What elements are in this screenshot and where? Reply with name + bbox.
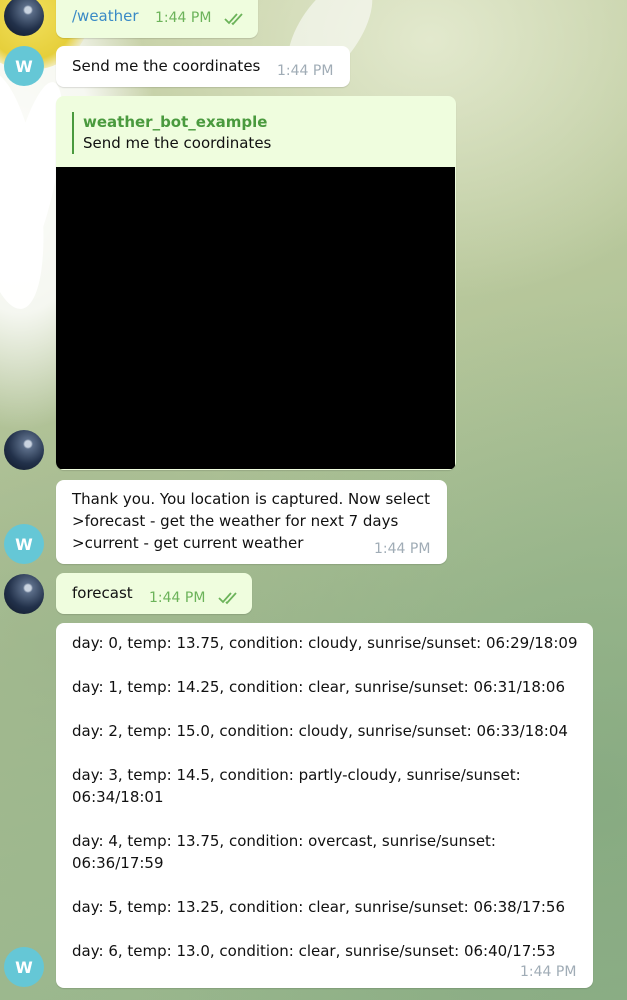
message-line: Thank you. You location is captured. Now…: [72, 490, 431, 508]
message-line: >forecast - get the weather for next 7 d…: [72, 512, 399, 530]
forecast-day-4: day: 4, temp: 13.75, condition: overcast…: [72, 832, 496, 850]
message-outgoing-location[interactable]: weather_bot_example Send me the coordina…: [56, 96, 456, 470]
message-line: >current - get current weather: [72, 534, 304, 552]
message-time: 1:44 PM: [155, 10, 212, 26]
reply-quote[interactable]: weather_bot_example Send me the coordina…: [72, 112, 271, 154]
forecast-day-3: day: 3, temp: 14.5, condition: partly-cl…: [72, 766, 521, 784]
location-map[interactable]: [56, 167, 455, 469]
message-time: 1:44 PM: [374, 541, 431, 557]
forecast-day-6: day: 6, temp: 13.0, condition: clear, su…: [72, 942, 556, 960]
forecast-day-3-times: 06:34/18:01: [72, 788, 164, 806]
forecast-day-5: day: 5, temp: 13.25, condition: clear, s…: [72, 898, 566, 916]
bot-avatar[interactable]: W: [4, 947, 44, 987]
message-incoming-forecast[interactable]: day: 0, temp: 13.75, condition: cloudy, …: [56, 623, 593, 988]
bot-avatar[interactable]: W: [4, 524, 44, 564]
message-time: 1:44 PM: [277, 63, 334, 79]
message-outgoing-forecast[interactable]: forecast 1:44 PM: [56, 573, 252, 614]
forecast-day-2: day: 2, temp: 15.0, condition: cloudy, s…: [72, 722, 568, 740]
command-link[interactable]: /weather: [72, 5, 139, 27]
bot-avatar[interactable]: W: [4, 46, 44, 86]
message-incoming-menu[interactable]: Thank you. You location is captured. Now…: [56, 480, 447, 564]
message-time: 1:44 PM: [520, 964, 577, 980]
message-outgoing-weather[interactable]: /weather 1:44 PM: [56, 0, 258, 38]
forecast-day-4-times: 06:36/17:59: [72, 854, 164, 872]
reply-text: Send me the coordinates: [83, 134, 272, 152]
forecast-day-0: day: 0, temp: 13.75, condition: cloudy, …: [72, 634, 578, 652]
forecast-day-1: day: 1, temp: 14.25, condition: clear, s…: [72, 678, 566, 696]
double-check-icon: [218, 592, 237, 605]
message-text: forecast: [72, 584, 133, 602]
message-text: Send me the coordinates: [72, 57, 261, 75]
message-time: 1:44 PM: [149, 590, 206, 606]
double-check-icon: [224, 13, 243, 26]
reply-author: weather_bot_example: [83, 113, 268, 131]
user-avatar[interactable]: [4, 430, 44, 470]
user-avatar[interactable]: [4, 574, 44, 614]
message-incoming-coordinates[interactable]: Send me the coordinates 1:44 PM: [56, 46, 350, 87]
